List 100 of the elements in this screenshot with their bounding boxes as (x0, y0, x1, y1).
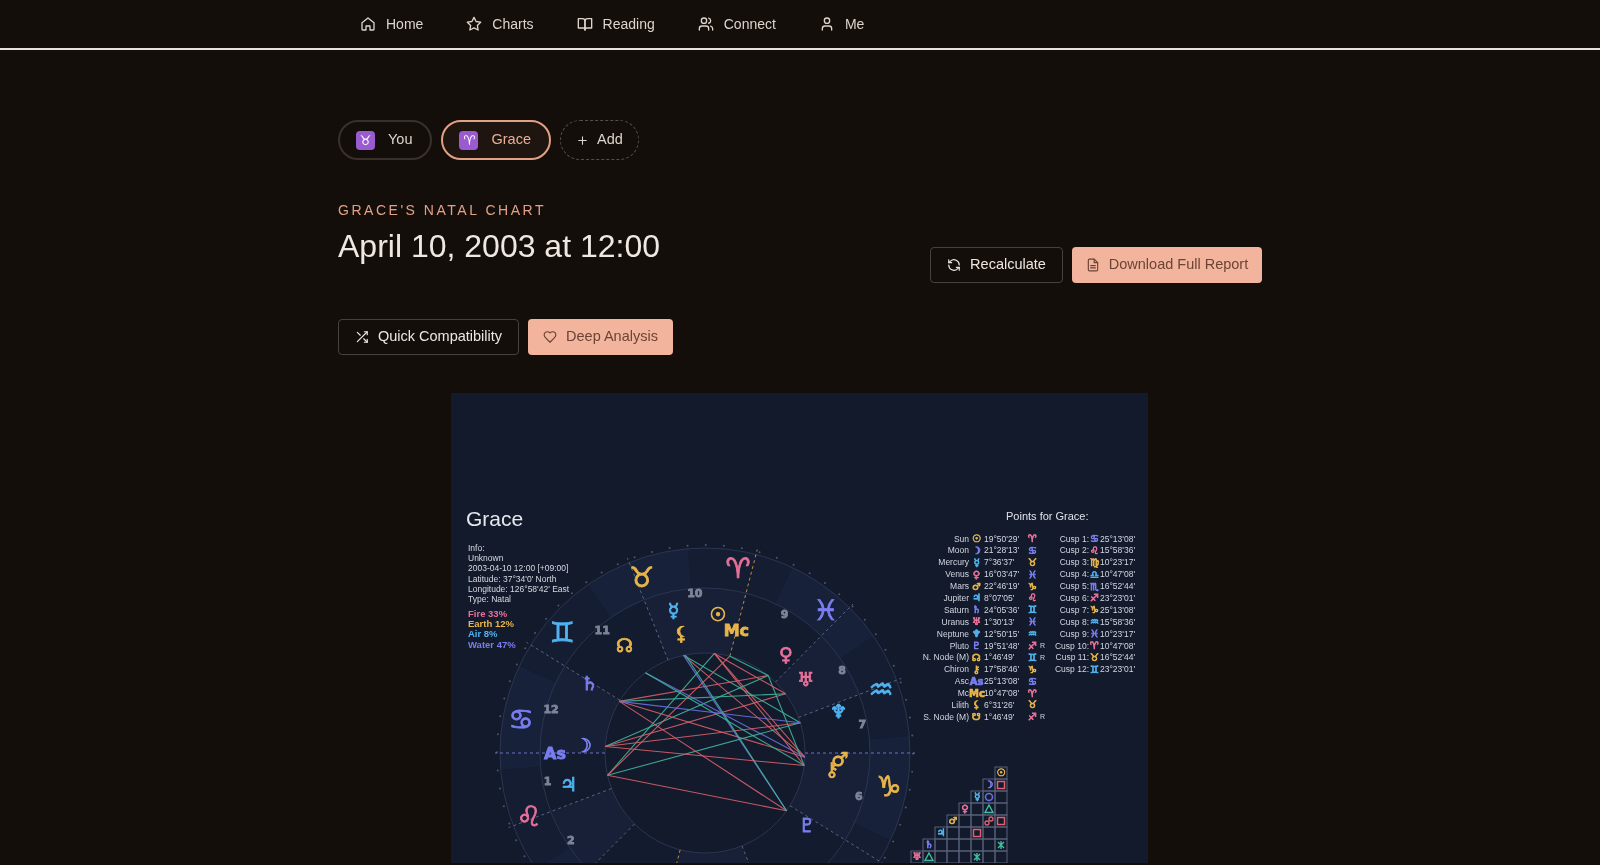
point-name: Mercury (937, 556, 969, 570)
profile-chip[interactable]: ♉ You (338, 120, 433, 160)
cusp-label: Cusp 1: (1058, 532, 1089, 546)
planet-glyph: ♅ (971, 617, 982, 628)
aspect-symbol-icon (973, 852, 981, 862)
planet-glyph: ♄ (923, 839, 935, 851)
aspect-symbol-icon (997, 840, 1005, 850)
point-name: N. Node (M) (921, 651, 969, 665)
planet-glyph: ♆ (829, 699, 847, 722)
house-number: 10 (687, 586, 703, 600)
planet-glyph: ♅ (797, 668, 815, 690)
cusp-label: Cusp 5: (1058, 580, 1089, 593)
info-line: Type: Natal (468, 594, 512, 605)
house-number: 7 (858, 717, 867, 731)
element-percentage: Air 8% (468, 629, 499, 640)
planet-glyph: ♂ (947, 815, 959, 827)
document-icon (1085, 258, 1100, 272)
zodiac-sign-glyph: ♊ (1028, 605, 1038, 616)
points-title: Points for Grace: (1006, 509, 1089, 524)
point-degree: 1°46'49' (984, 651, 1016, 665)
planet-glyph: ☿ (972, 557, 981, 568)
cusp-label: Cusp 9: (1058, 627, 1089, 641)
nav-link[interactable]: Charts (458, 9, 542, 39)
planet-glyph: ☋ (971, 712, 982, 723)
planet-glyph: As (544, 743, 566, 763)
point-name: Moon (946, 544, 969, 558)
planet-glyph: ♇ (798, 814, 816, 837)
users-icon (697, 16, 714, 32)
action-button[interactable]: Download Full Report (1072, 247, 1262, 283)
planet-glyph: ⚸ (971, 700, 982, 711)
planet-glyph: ♄ (971, 605, 982, 616)
star-icon (466, 16, 483, 32)
zodiac-sign-glyph: ♌ (516, 799, 542, 833)
point-degree: 25°13'08' (984, 675, 1020, 688)
nav-link[interactable]: Me (810, 9, 873, 39)
cusp-degree: 23°23'01' (1100, 663, 1136, 677)
book-icon (576, 16, 593, 32)
zodiac-sign-glyph: ♓ (813, 593, 839, 627)
zodiac-sign-glyph: ♑ (1028, 664, 1038, 675)
cusp-degree: 15°58'36' (1100, 544, 1136, 558)
zodiac-sign-glyph: ♈ (1028, 688, 1038, 699)
planet-glyph: ♀ (971, 569, 982, 580)
point-degree: 8°07'05' (984, 592, 1016, 605)
action-button[interactable]: Quick Compatibility (338, 319, 519, 355)
cusp-degree: 25°13'08' (1100, 603, 1136, 617)
heart-icon (543, 330, 558, 344)
info-line: Longitude: 126°58'42' East (468, 583, 570, 594)
zodiac-sign-glyph: ♒ (868, 673, 894, 707)
cusp-label: Cusp 8: (1058, 615, 1089, 629)
house-number: 8 (838, 664, 846, 678)
aspect-symbol-icon (983, 803, 995, 814)
planet-glyph: ♄ (580, 672, 598, 695)
element-percentage: Water 47% (468, 639, 516, 650)
zodiac-sign-glyph: ♓ (1028, 617, 1038, 628)
planet-glyph: As (969, 676, 984, 687)
point-degree: 12°50'15' (984, 627, 1020, 641)
house-number: 9 (780, 607, 789, 621)
action-button[interactable]: Recalculate (930, 247, 1063, 283)
planet-glyph: ♀ (778, 642, 793, 665)
aspect-symbol-icon (984, 816, 994, 826)
zodiac-sign-glyph: ♑ (1028, 581, 1038, 592)
element-percentage: Fire 33% (468, 609, 509, 620)
refresh-icon (947, 258, 962, 272)
zodiac-sign-glyph: ♉ (1089, 652, 1100, 663)
point-name: Uranus (940, 615, 969, 629)
house-number: 6 (855, 790, 863, 804)
zodiac-sign-glyph: ♌ (1028, 593, 1038, 604)
point-degree: 1°46'49' (984, 710, 1016, 724)
zodiac-sign-glyph: ♋ (508, 703, 534, 737)
nav-link[interactable]: Connect (689, 9, 784, 39)
planet-glyph: ☊ (971, 652, 982, 663)
cusp-label: Cusp 12: (1053, 663, 1089, 677)
planet-glyph: Mc (969, 688, 984, 699)
planet-glyph: ☽ (574, 734, 592, 757)
planet-glyph: ♂ (971, 581, 982, 592)
zodiac-sign-glyph: ♎ (1089, 569, 1100, 580)
zodiac-sign-glyph: ♉ (629, 560, 655, 594)
action-button[interactable]: Deep Analysis (528, 319, 673, 355)
house-number: 2 (567, 833, 575, 847)
profile-chip[interactable]: ♈ Grace (441, 120, 551, 160)
nav-link[interactable]: Home (352, 9, 432, 39)
planet-glyph: ☊ (616, 633, 633, 656)
point-name: Jupiter (942, 592, 969, 605)
aspect-symbol-icon (972, 828, 982, 838)
point-name: Venus (944, 568, 969, 581)
planet-glyph: ♃ (971, 593, 982, 604)
house-number: 12 (543, 702, 559, 716)
planet-glyph: ♅ (911, 851, 923, 863)
planet-glyph: ♀ (960, 803, 970, 815)
chart-date-title: April 10, 2003 at 12:00 (338, 227, 660, 266)
planet-glyph: ☽ (983, 779, 995, 791)
point-degree: 19°51'48' (984, 639, 1020, 653)
zodiac-sign-glyph: ♓ (1089, 629, 1100, 640)
planet-glyph: ☉ (995, 767, 1007, 779)
nav-link[interactable]: Reading (568, 9, 663, 39)
zodiac-sign-glyph: ♒ (1028, 629, 1038, 640)
house-number: 11 (594, 623, 610, 637)
cusp-label: Cusp 4: (1058, 568, 1089, 581)
zodiac-sign-glyph: ♏ (1089, 581, 1100, 592)
aspect-symbol-icon (996, 816, 1006, 826)
